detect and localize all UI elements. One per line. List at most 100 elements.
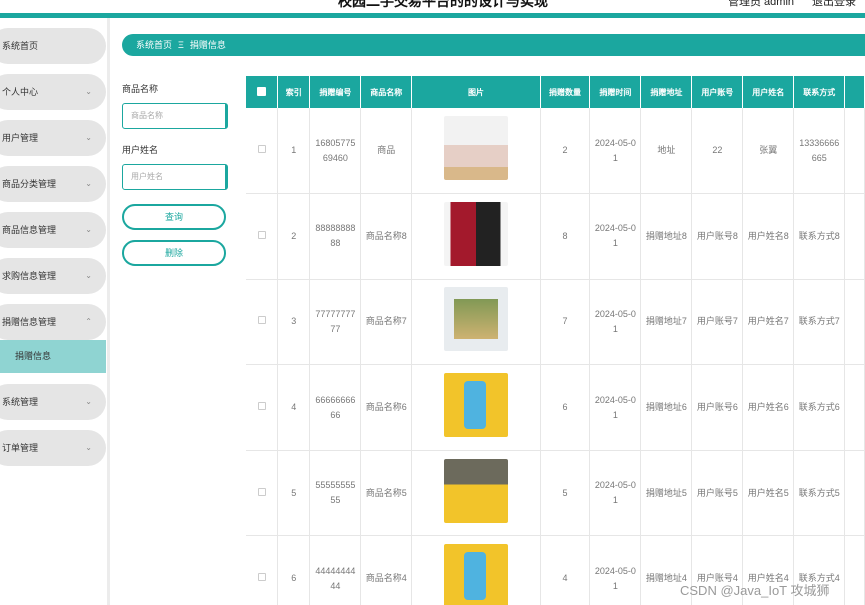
cell-index: 5: [277, 450, 311, 537]
cell-name: 商品名称5: [360, 450, 413, 537]
image-cell: [411, 364, 541, 451]
column-header: 索引: [277, 76, 311, 108]
cell-index: 6: [277, 535, 311, 605]
cell-uname: 用户姓名5: [742, 450, 795, 537]
table-row[interactable]: 4 6666666666 商品名称6 6 2024-05-01 捐赠地址6 用户账号6 用户姓…: [246, 364, 865, 451]
row-checkbox-cell[interactable]: [246, 450, 279, 537]
cell-index: 4: [277, 364, 311, 451]
sidebar-item-8[interactable]: 系统管理 ⌄: [0, 384, 106, 420]
cell-uname: 用户姓名6: [742, 364, 795, 451]
sidebar-item-label: 商品分类管理: [2, 179, 57, 189]
cell-account: 用户账号6: [691, 364, 744, 451]
sidebar-subitem-donation-info[interactable]: 捐赠信息: [0, 340, 106, 373]
column-header: 捐赠数量: [540, 76, 591, 108]
row-checkbox-cell[interactable]: [246, 535, 279, 605]
product-name-input[interactable]: 商品名称: [122, 103, 228, 129]
cell-overflow: [844, 535, 865, 605]
select-all-checkbox[interactable]: [246, 76, 279, 108]
image-cell: [411, 279, 541, 366]
cell-phone: 13336666665: [793, 108, 846, 195]
cell-phone: 联系方式8: [793, 193, 846, 280]
breadcrumb: 系统首页 Ξ 捐赠信息: [122, 34, 865, 56]
table-row[interactable]: 1 1680577569460 商品 2 2024-05-01 地址 22 张翼 1333666…: [246, 108, 865, 195]
sidebar-item-label: 求购信息管理: [2, 271, 57, 281]
row-checkbox-cell[interactable]: [246, 279, 279, 366]
chevron-icon: ⌄: [85, 225, 92, 234]
image-cell: [411, 193, 541, 280]
row-checkbox-cell[interactable]: [246, 364, 279, 451]
column-header: 联系方式: [793, 76, 846, 108]
cell-addr: 捐赠地址5: [640, 450, 693, 537]
cell-addr: 捐赠地址8: [640, 193, 693, 280]
chevron-icon: ⌄: [85, 133, 92, 142]
column-header: 捐赠时间: [589, 76, 642, 108]
row-checkbox[interactable]: [257, 487, 266, 496]
image-cell: [411, 108, 541, 195]
cell-qty: 8: [540, 193, 591, 280]
cell-qty: 2: [540, 108, 591, 195]
cell-qty: 4: [540, 535, 591, 605]
cell-overflow: [844, 450, 865, 537]
cell-index: 1: [277, 108, 311, 195]
cell-addr: 捐赠地址7: [640, 279, 693, 366]
cell-index: 2: [277, 193, 311, 280]
chevron-icon: ⌃: [85, 317, 92, 326]
cell-time: 2024-05-01: [589, 193, 642, 280]
cell-name: 商品名称7: [360, 279, 413, 366]
cell-name: 商品名称6: [360, 364, 413, 451]
cell-no: 1680577569460: [309, 108, 362, 195]
cell-no: 4444444444: [309, 535, 362, 605]
cell-time: 2024-05-01: [589, 108, 642, 195]
row-checkbox[interactable]: [257, 230, 266, 239]
sidebar-item-7[interactable]: 捐赠信息管理 ⌃: [0, 304, 106, 340]
sidebar-item-9[interactable]: 订单管理 ⌄: [0, 430, 106, 466]
sidebar-item-6[interactable]: 求购信息管理 ⌄: [0, 258, 106, 294]
sidebar-item-5[interactable]: 商品信息管理 ⌄: [0, 212, 106, 248]
sidebar: 系统首页 个人中心 ⌄ 用户管理 ⌄ 商品分类管理 ⌄ 商品信息管理 ⌄ 求购信息管理 ⌄ 捐赠信息管…: [0, 18, 110, 605]
cell-no: 8888888888: [309, 193, 362, 280]
cell-time: 2024-05-01: [589, 535, 642, 605]
cell-overflow: [844, 279, 865, 366]
chevron-icon: ⌄: [85, 87, 92, 96]
table-row[interactable]: 5 5555555555 商品名称5 5 2024-05-01 捐赠地址5 用户账号5 用户姓…: [246, 450, 865, 537]
table-row[interactable]: 3 7777777777 商品名称7 7 2024-05-01 捐赠地址7 用户账号7 用户姓…: [246, 279, 865, 366]
cell-account: 22: [691, 108, 744, 195]
image-cell: [411, 535, 541, 605]
cell-time: 2024-05-01: [589, 450, 642, 537]
top-accent-line: [0, 13, 865, 18]
cell-qty: 7: [540, 279, 591, 366]
app-title: 校园二手交易平台的的设计与实现: [338, 0, 548, 9]
sidebar-item-3[interactable]: 用户管理 ⌄: [0, 120, 106, 156]
cell-phone: 联系方式6: [793, 364, 846, 451]
query-button[interactable]: 查询: [122, 204, 226, 230]
product-name-label: 商品名称: [122, 84, 159, 94]
sidebar-item-label: 商品信息管理: [2, 225, 57, 235]
row-checkbox[interactable]: [257, 573, 266, 582]
column-header: 用户姓名: [742, 76, 795, 108]
user-name-input[interactable]: 用户姓名: [122, 164, 228, 190]
cell-phone: 联系方式5: [793, 450, 846, 537]
row-checkbox[interactable]: [257, 402, 266, 411]
row-checkbox[interactable]: [257, 316, 266, 325]
row-checkbox-cell[interactable]: [246, 193, 279, 280]
watermark-text: CSDN @Java_IoT 攻城狮: [680, 583, 830, 598]
cell-account: 用户账号7: [691, 279, 744, 366]
sidebar-item-1[interactable]: 系统首页: [0, 28, 106, 64]
cell-addr: 地址: [640, 108, 693, 195]
row-checkbox[interactable]: [257, 145, 266, 154]
cell-uname: 用户姓名8: [742, 193, 795, 280]
cell-qty: 6: [540, 364, 591, 451]
sidebar-item-4[interactable]: 商品分类管理 ⌄: [0, 166, 106, 202]
cell-qty: 5: [540, 450, 591, 537]
logout-link[interactable]: 退出登录: [812, 0, 856, 9]
cell-name: 商品名称4: [360, 535, 413, 605]
product-image: [443, 287, 508, 352]
product-image: [443, 201, 508, 266]
table-row[interactable]: 2 8888888888 商品名称8 8 2024-05-01 捐赠地址8 用户账号8 用户姓…: [246, 193, 865, 280]
breadcrumb-home[interactable]: 系统首页: [136, 40, 172, 50]
row-checkbox-cell[interactable]: [246, 108, 279, 195]
delete-button[interactable]: 删除: [122, 240, 226, 266]
checkbox-icon[interactable]: [257, 86, 267, 96]
sidebar-item-2[interactable]: 个人中心 ⌄: [0, 74, 106, 110]
cell-no: 5555555555: [309, 450, 362, 537]
